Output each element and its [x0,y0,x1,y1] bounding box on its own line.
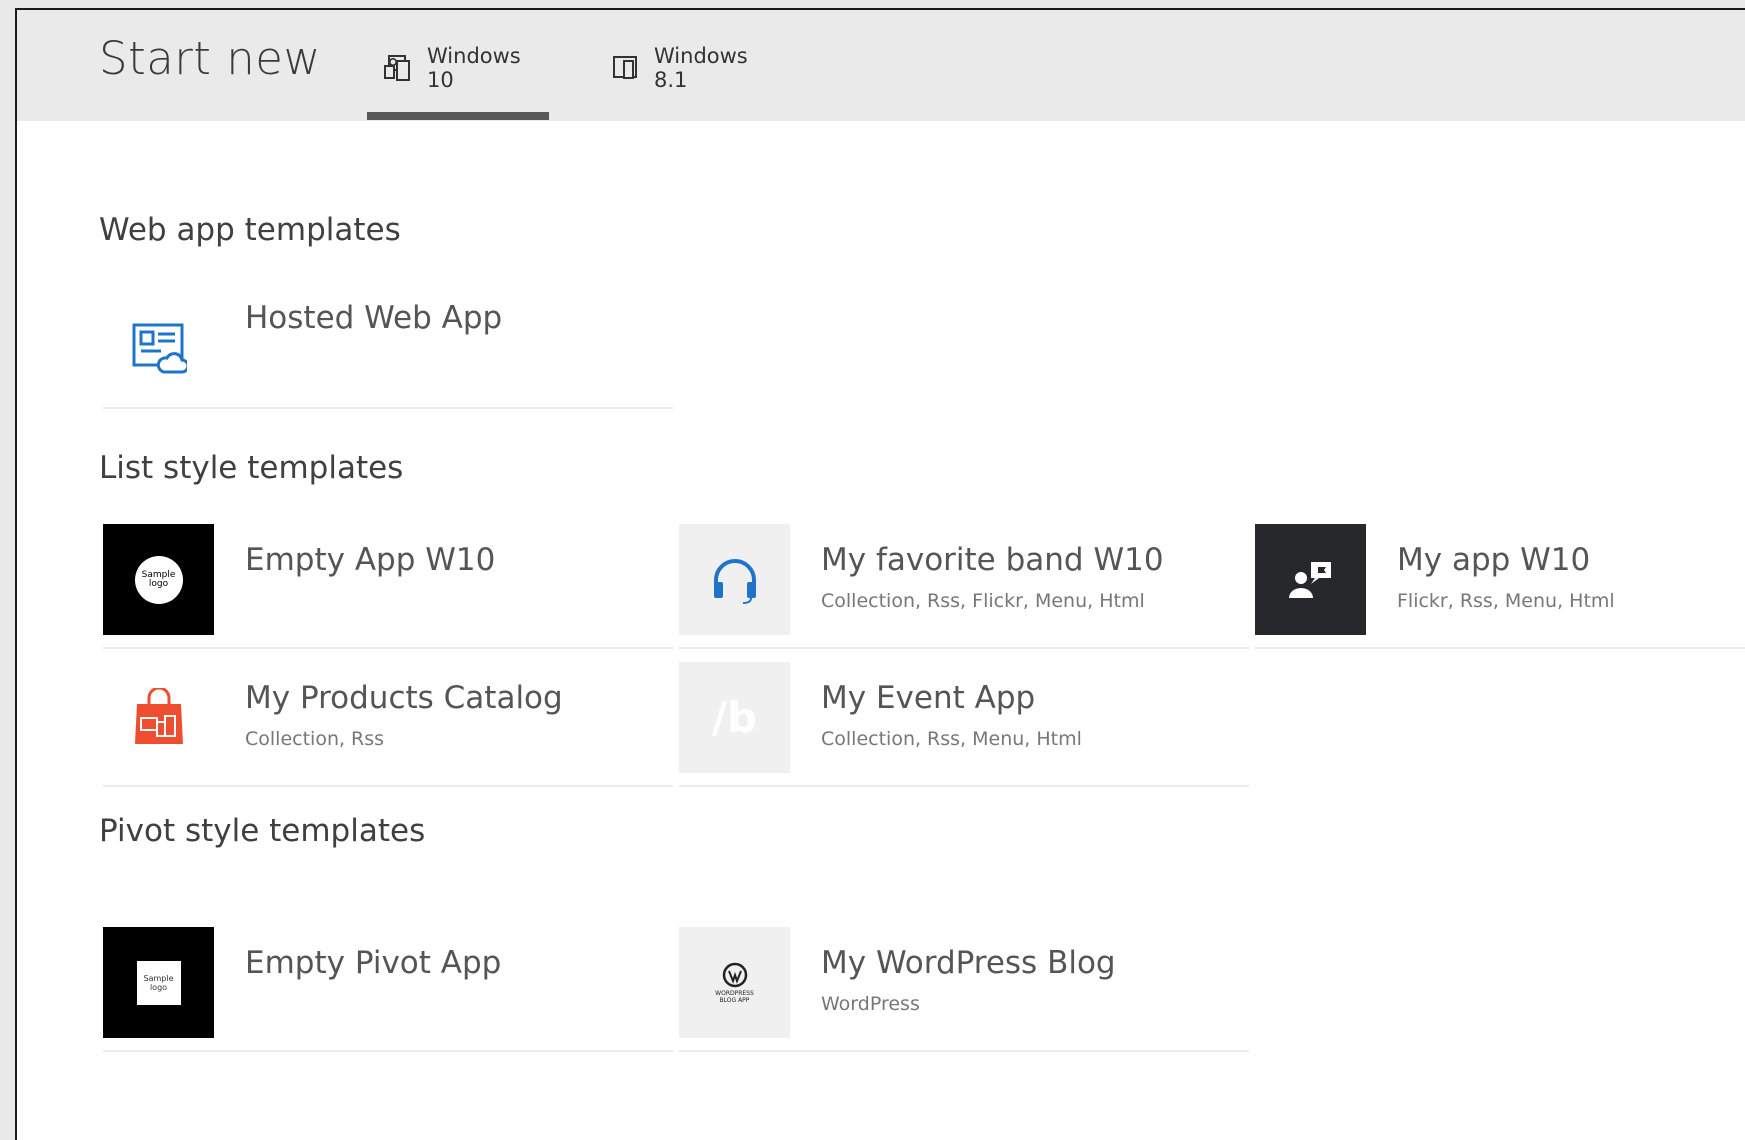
wordpress-logo-line-2: BLOG APP [719,996,750,1004]
template-name: Empty Pivot App [245,945,502,981]
template-name: Hosted Web App [245,300,503,336]
tab-windows-8-1[interactable]: Windows 8.1 [594,44,784,120]
template-name: My Event App [821,680,1036,716]
template-card-my-wordpress-blog[interactable]: WORDPRESS BLOG APP My WordPress Blog Wor… [679,927,1249,1052]
tab-windows-8-1-label: Windows 8.1 [654,44,748,92]
person-chat-icon [1255,524,1366,635]
template-card-my-favorite-band-w10[interactable]: My favorite band W10 Collection, Rss, Fl… [679,524,1249,649]
template-card-empty-pivot-app[interactable]: Sample logo Empty Pivot App [103,927,673,1052]
divider [1255,647,1745,649]
windows-10-devices-icon [383,54,413,82]
template-features: WordPress [821,993,920,1015]
page-title: Start new [99,32,321,85]
divider [103,407,673,409]
template-name: My Products Catalog [245,680,563,716]
sample-logo-icon: Sample logo [103,524,214,635]
section-title-web-app: Web app templates [99,212,401,248]
divider [103,1050,673,1052]
tab-windows-10-label: Windows 10 [427,44,521,92]
template-card-my-products-catalog[interactable]: My Products Catalog Collection, Rss [103,662,673,787]
headphones-icon [679,524,790,635]
template-features: Collection, Rss [245,728,385,750]
web-app-cloud-icon [103,292,214,403]
logo-text-line-2: logo [149,982,168,992]
template-card-my-event-app[interactable]: /b My Event App Collection, Rss, Menu, H… [679,662,1249,787]
shopping-bag-icon [103,662,214,773]
slash-b-icon: /b [679,662,790,773]
divider [679,785,1249,787]
template-name: My favorite band W10 [821,542,1164,578]
template-card-my-app-w10[interactable]: My app W10 Flickr, Rss, Menu, Html [1255,524,1745,649]
divider [679,1050,1249,1052]
slash-b-glyph: /b [711,693,758,742]
tab-windows-10[interactable]: Windows 10 [367,44,549,120]
wordpress-icon: WORDPRESS BLOG APP [679,927,790,1038]
sample-logo-square-icon: Sample logo [103,927,214,1038]
template-features: Collection, Rss, Flickr, Menu, Html [821,590,1145,612]
divider [679,647,1249,649]
wordpress-logo-line-1: WORDPRESS [715,989,754,997]
template-name: Empty App W10 [245,542,496,578]
template-card-hosted-web-app[interactable]: Hosted Web App [103,282,673,409]
divider [103,785,673,787]
logo-text-line-1: Sample [143,973,174,983]
app-window: Start new Windows 10 Windows 8.1 Web app… [15,8,1745,1140]
header-bar: Start new Windows 10 Windows 8.1 [17,10,1745,121]
template-name: My app W10 [1397,542,1591,578]
section-title-list-style: List style templates [99,450,404,486]
divider [103,647,673,649]
windows-8-devices-icon [610,54,640,82]
section-title-pivot-style: Pivot style templates [99,813,426,849]
template-features: Collection, Rss, Menu, Html [821,728,1082,750]
template-name: My WordPress Blog [821,945,1116,981]
template-card-empty-app-w10[interactable]: Sample logo Empty App W10 [103,524,673,649]
template-features: Flickr, Rss, Menu, Html [1397,590,1615,612]
logo-text-line-2: logo [148,578,169,589]
active-tab-indicator [367,112,549,120]
